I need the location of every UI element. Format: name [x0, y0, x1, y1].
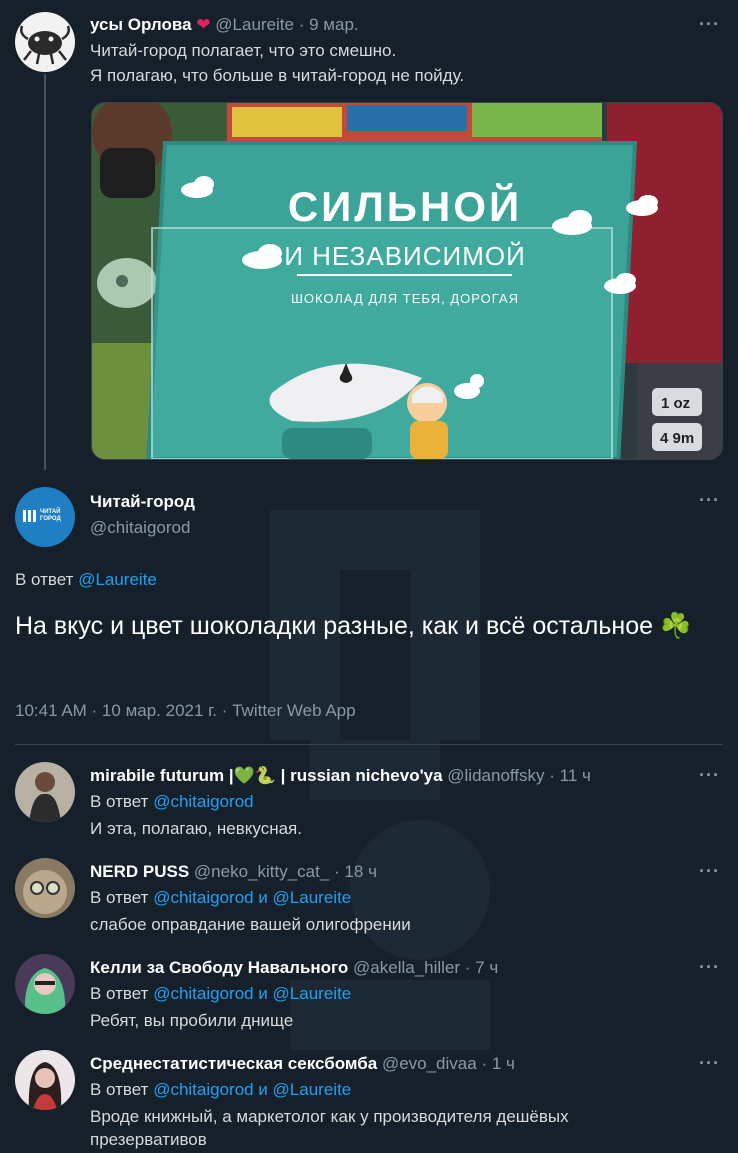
chitaigorod-logo: ЧИТАЙ ГОРОД [23, 509, 67, 525]
reply-tweet[interactable]: Келли за Свободу Навального @akella_hill… [0, 944, 738, 1036]
display-name[interactable]: Читай-город [90, 492, 195, 511]
reply-to-link[interactable]: @Laureite [78, 570, 157, 589]
reply-to-link[interactable]: @chitaigorod [153, 792, 253, 811]
more-options-button[interactable]: ··· [699, 14, 720, 35]
reply-context: В ответ @chitaigorod [90, 792, 254, 811]
reply-text: слабое оправдание вашей олигофрении [90, 915, 411, 934]
thread-line [44, 74, 46, 470]
reply-context: В ответ @chitaigorod и @Laureite [90, 984, 352, 1003]
reply-context: В ответ @chitaigorod и @Laureite [90, 1080, 352, 1099]
original-tweet[interactable]: усы Орлова ❤ @Laureite · 9 мар. ··· Чита… [0, 0, 738, 470]
reply-text: Ребят, вы пробили днище [90, 1011, 294, 1030]
display-name[interactable]: Келли за Свободу Навального [90, 958, 348, 977]
tweet-time[interactable]: · 7 ч [465, 958, 498, 977]
more-options-button[interactable]: ··· [699, 765, 720, 786]
tweet-time[interactable]: · 1 ч [481, 1054, 514, 1073]
reply-tweet[interactable]: mirabile futurum |💚🐍 | russian nichevo'y… [0, 752, 738, 844]
avatar[interactable] [15, 954, 75, 1014]
tweet-header: Келли за Свободу Навального @akella_hill… [90, 958, 498, 978]
reply-text-line1: Вроде книжный, а маркетолог как у произв… [90, 1107, 569, 1126]
reply-context: В ответ @chitaigorod и @Laureite [90, 888, 352, 907]
divider [15, 744, 723, 745]
handle[interactable]: @neko_kitty_cat_ [194, 862, 329, 881]
reply-context: В ответ @Laureite [15, 570, 157, 589]
book-subtitle: ШОКОЛАД ДЛЯ ТЕБЯ, ДОРОГАЯ [291, 291, 519, 306]
reply-text-line2: презервативов [90, 1130, 207, 1149]
display-name[interactable]: усы Орлова [90, 15, 192, 34]
tweet-header: Среднестатистическая сексбомба @evo_diva… [90, 1054, 515, 1074]
tweet-header: mirabile futurum |💚🐍 | russian nichevo'y… [90, 766, 591, 786]
tweet-time[interactable]: · 11 ч [549, 766, 591, 785]
tweet-text-line1: Читай-город полагает, что это смешно. [90, 41, 397, 60]
tweet-time[interactable]: · 18 ч [334, 862, 377, 881]
more-options-button[interactable]: ··· [699, 957, 720, 978]
reply-to-link[interactable]: @chitaigorod и @Laureite [153, 1080, 351, 1099]
avatar[interactable] [15, 858, 75, 918]
more-options-button[interactable]: ··· [699, 1053, 720, 1074]
tweet-meta[interactable]: 10:41 AM · 10 мар. 2021 г. · Twitter Web… [15, 701, 356, 721]
handle[interactable]: @lidanoffsky [447, 766, 544, 785]
reply-tweet[interactable]: NERD PUSS @neko_kitty_cat_ · 18 ч ··· В … [0, 848, 738, 940]
handle[interactable]: @akella_hiller [353, 958, 460, 977]
handle[interactable]: @chitaigorod [90, 518, 190, 538]
book-title-line1: СИЛЬНОЙ [288, 182, 522, 230]
tweet-header: NERD PUSS @neko_kitty_cat_ · 18 ч [90, 862, 377, 882]
more-options-button[interactable]: ··· [699, 861, 720, 882]
shamrock-emoji: ☘️ [659, 612, 692, 640]
avatar[interactable] [15, 762, 75, 822]
focused-tweet-text: На вкус и цвет шоколадки разные, как и в… [15, 612, 692, 640]
tweet-header: усы Орлова ❤ @Laureite · 9 мар. [90, 15, 359, 34]
heart-icon: ❤ [196, 15, 211, 34]
avatar[interactable] [15, 12, 75, 72]
svg-text:1 oz: 1 oz [661, 395, 690, 412]
svg-text:4 9m: 4 9m [660, 430, 694, 447]
handle[interactable]: @Laureite [215, 15, 294, 34]
more-options-button[interactable]: ··· [699, 490, 720, 511]
reply-tweet[interactable]: Среднестатистическая сексбомба @evo_diva… [0, 1040, 738, 1153]
tweet-photo[interactable]: 1 oz 4 9m СИЛЬНОЙ И НЕЗАВИСИМОЙ ШОКОЛАД … [91, 102, 723, 460]
reply-to-link[interactable]: @chitaigorod и @Laureite [153, 888, 351, 907]
handle[interactable]: @evo_divaa [382, 1054, 477, 1073]
tweet-header: Читай-город [90, 492, 195, 512]
book-title-line2: И НЕЗАВИСИМОЙ [284, 241, 526, 271]
tweet-date[interactable]: 9 мар. [309, 15, 359, 34]
reply-to-link[interactable]: @chitaigorod и @Laureite [153, 984, 351, 1003]
avatar[interactable] [15, 1050, 75, 1110]
display-name[interactable]: mirabile futurum |💚🐍 | russian nichevo'y… [90, 766, 443, 785]
tweet-text-line2: Я полагаю, что больше в читай-город не п… [90, 66, 465, 85]
display-name[interactable]: Среднестатистическая сексбомба [90, 1054, 377, 1073]
avatar[interactable]: ЧИТАЙ ГОРОД [15, 487, 75, 547]
display-name[interactable]: NERD PUSS [90, 862, 189, 881]
reply-text: И эта, полагаю, невкусная. [90, 819, 302, 838]
